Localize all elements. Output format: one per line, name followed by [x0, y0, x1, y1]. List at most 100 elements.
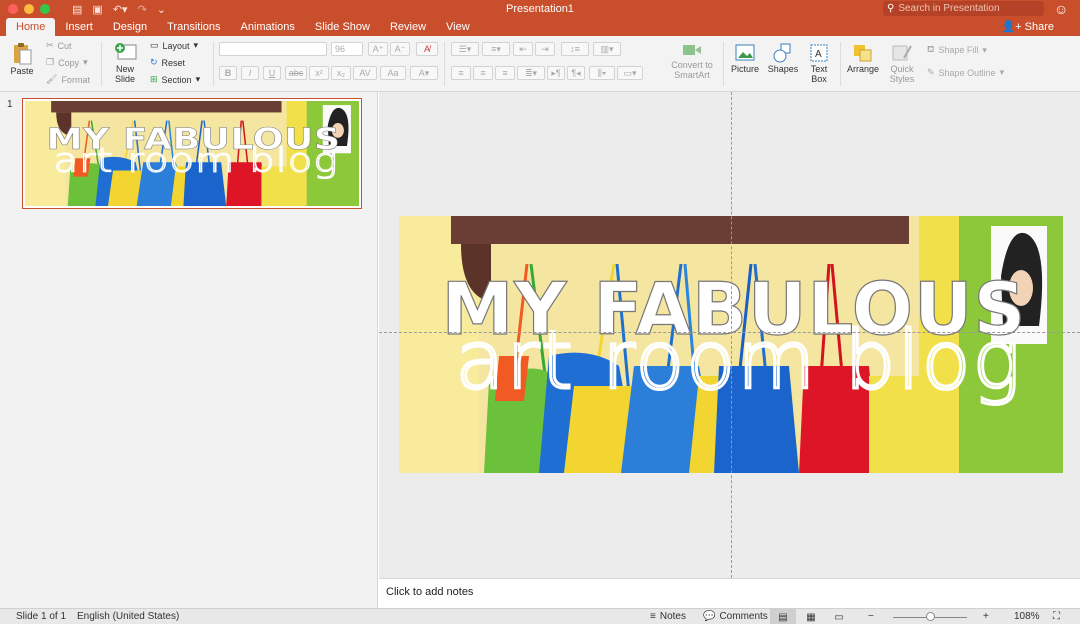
reset-button[interactable]: ↻ Reset [150, 57, 185, 68]
normal-view-button[interactable]: ▤ [770, 609, 796, 624]
vertical-guide[interactable] [731, 92, 732, 578]
minimize-window-button[interactable] [24, 4, 34, 14]
bold-button[interactable]: B [219, 66, 237, 80]
redo-icon[interactable]: ↷ [138, 3, 147, 16]
text-box-icon: A [810, 44, 828, 62]
zoom-in-button[interactable]: + [983, 611, 989, 622]
text-box-button[interactable]: A Text Box [804, 42, 834, 84]
paste-button[interactable]: Paste [6, 42, 38, 76]
notes-pane[interactable]: Click to add notes [379, 578, 1080, 608]
align-text-button[interactable]: ⫼▾ [589, 66, 615, 80]
cut-button[interactable]: ✂ Cut [46, 40, 72, 51]
text-direction-button[interactable]: ▭▾ [617, 66, 643, 80]
picture-label: Picture [730, 64, 759, 74]
tab-review[interactable]: Review [380, 18, 436, 36]
strikethrough-button[interactable]: abc [285, 66, 307, 80]
notes-toggle-button[interactable]: ≡ Notes [650, 611, 686, 622]
justify-button[interactable]: ≣▾ [517, 66, 545, 80]
zoom-slider-thumb[interactable] [926, 612, 935, 621]
reset-icon: ↻ [150, 57, 158, 67]
tab-view[interactable]: View [436, 18, 480, 36]
tab-transitions[interactable]: Transitions [157, 18, 230, 36]
reading-view-button[interactable]: ▭ [826, 609, 852, 624]
tab-animations[interactable]: Animations [231, 18, 305, 36]
zoom-level[interactable]: 108% [1014, 611, 1040, 622]
tab-design[interactable]: Design [103, 18, 157, 36]
undo-icon[interactable]: ↶▾ [113, 3, 128, 16]
new-slide-icon [115, 43, 137, 60]
scissors-icon: ✂ [46, 40, 54, 50]
new-slide-label-1: New [115, 64, 134, 74]
comments-toggle-button[interactable]: 💬 Comments [703, 611, 768, 622]
character-spacing-button[interactable]: AV [353, 66, 377, 80]
sidebar-toggle-icon[interactable]: ▤ [72, 3, 82, 16]
columns-button[interactable]: ▥▾ [593, 42, 621, 56]
shrink-font-button[interactable]: A⁻ [390, 42, 410, 56]
grow-font-button[interactable]: A⁺ [368, 42, 388, 56]
layout-label: Layout [162, 40, 190, 51]
font-size-field[interactable]: 96 [331, 42, 363, 56]
shape-fill-button[interactable]: ⛾ Shape Fill ▾ [927, 44, 987, 56]
convert-smartart-button[interactable]: Convert to SmartArt [664, 42, 720, 80]
change-case-button[interactable]: Aa [380, 66, 406, 80]
close-window-button[interactable] [8, 4, 18, 14]
clear-formatting-button[interactable]: A̸ [416, 42, 438, 56]
shape-fill-label: Shape Fill [938, 45, 979, 55]
chevron-down-icon: ▾ [195, 74, 201, 84]
tab-slide-show[interactable]: Slide Show [305, 18, 380, 36]
text-box-label-1: Text [810, 64, 828, 74]
subscript-button[interactable]: x₂ [331, 66, 351, 80]
language-indicator[interactable]: English (United States) [77, 611, 179, 622]
fit-to-window-button[interactable]: ⛶ [1053, 611, 1060, 622]
picture-button[interactable]: Picture [728, 42, 762, 74]
font-color-button[interactable]: A▾ [410, 66, 438, 80]
search-icon: ⚲ [887, 3, 895, 14]
align-right-button[interactable]: ≡ [495, 66, 515, 80]
slide-thumbnail[interactable] [22, 98, 362, 209]
slide-sorter-button[interactable]: ▦ [798, 609, 824, 624]
paste-label: Paste [10, 66, 34, 76]
superscript-button[interactable]: x² [309, 66, 329, 80]
font-name-field[interactable] [219, 42, 327, 56]
slide-counter: Slide 1 of 1 [16, 611, 67, 622]
shape-outline-button[interactable]: ✎ Shape Outline ▾ [927, 67, 1004, 78]
share-button[interactable]: 👤+ Share [1001, 18, 1054, 36]
search-field[interactable]: ⚲ Search in Presentation [883, 1, 1044, 16]
zoom-window-button[interactable] [40, 4, 50, 14]
arrange-button[interactable]: Arrange [845, 42, 881, 74]
save-icon[interactable]: ▣ [92, 3, 102, 16]
section-button[interactable]: ⊞ Section ▾ [150, 74, 200, 85]
status-bar: Slide 1 of 1 English (United States) ≡ No… [0, 608, 1080, 624]
layout-button[interactable]: ▭ Layout ▾ [150, 40, 198, 51]
copy-button[interactable]: ❐ Copy ▾ [46, 57, 88, 68]
numbering-button[interactable]: ≡▾ [482, 42, 510, 56]
quick-styles-button[interactable]: Quick Styles [884, 42, 920, 84]
feedback-smiley-icon[interactable]: ☺ [1054, 0, 1070, 18]
comments-label: Comments [719, 611, 768, 622]
search-placeholder: Search in Presentation [898, 3, 1000, 14]
ltr-button[interactable]: ▸¶ [547, 66, 565, 80]
new-slide-button[interactable]: New Slide [106, 42, 144, 84]
align-center-button[interactable]: ≡ [473, 66, 493, 80]
customize-toolbar-icon[interactable]: ⌄ [157, 3, 166, 16]
zoom-out-button[interactable]: − [868, 611, 874, 622]
rtl-button[interactable]: ¶◂ [567, 66, 585, 80]
align-left-button[interactable]: ≡ [451, 66, 471, 80]
line-spacing-button[interactable]: ↕≡ [561, 42, 589, 56]
underline-button[interactable]: U [263, 66, 281, 80]
format-painter-button[interactable]: 🖌 Format [46, 74, 90, 85]
text-box-label-2: Box [811, 74, 827, 84]
italic-button[interactable]: I [241, 66, 259, 80]
tab-insert[interactable]: Insert [55, 18, 103, 36]
smartart-icon [683, 45, 701, 55]
shapes-button[interactable]: Shapes [765, 42, 801, 74]
convert-label-1: Convert to [671, 60, 713, 70]
increase-indent-button[interactable]: ⇥ [535, 42, 555, 56]
bullets-button[interactable]: ☰▾ [451, 42, 479, 56]
decrease-indent-button[interactable]: ⇤ [513, 42, 533, 56]
copy-label: Copy [58, 57, 80, 68]
shape-outline-label: Shape Outline [938, 67, 996, 78]
horizontal-guide[interactable] [379, 332, 1080, 333]
divider [444, 42, 445, 86]
tab-home[interactable]: Home [6, 18, 56, 36]
